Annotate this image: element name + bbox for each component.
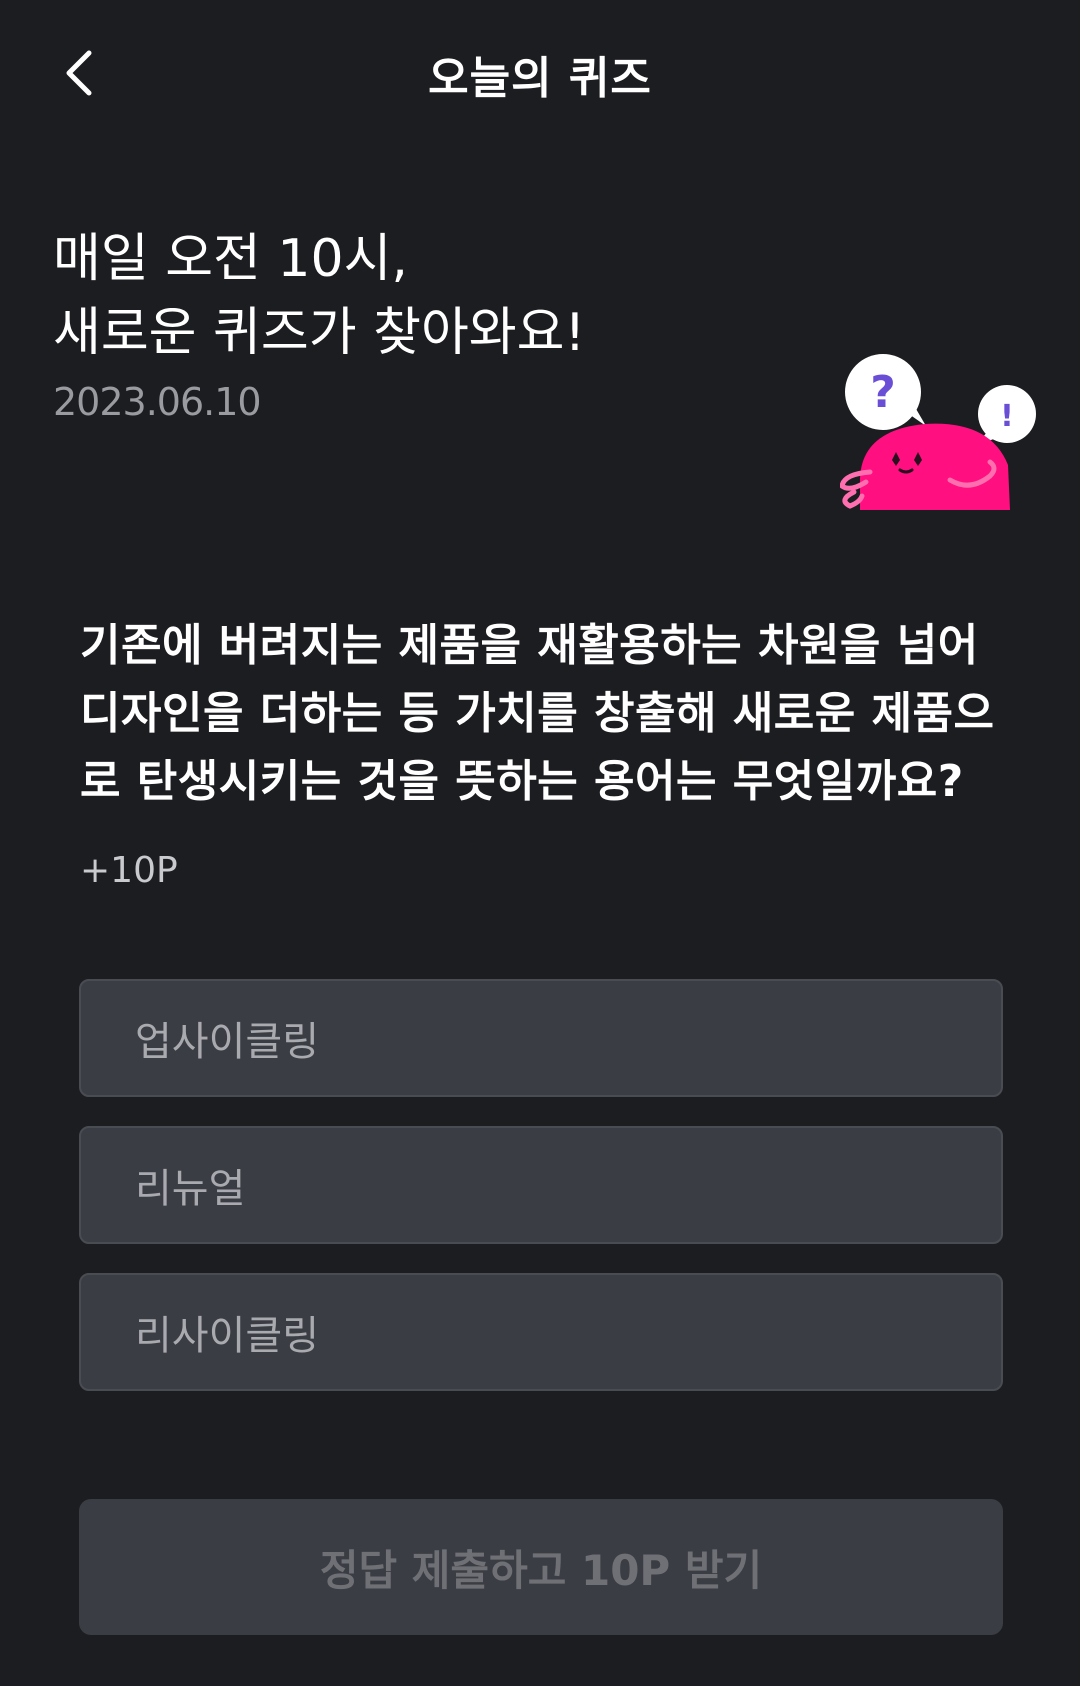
intro-headline-line-2: 새로운 퀴즈가 찾아와요! <box>53 303 586 363</box>
quiz-points: +10P <box>80 850 178 891</box>
intro-section: 매일 오전 10시, 새로운 퀴즈가 찾아와요! 2023.06.10 <box>53 222 585 424</box>
mascot-body-icon <box>839 423 1010 510</box>
top-bar: 오늘의 퀴즈 <box>0 0 1080 150</box>
question-mark-glyph: ? <box>870 367 896 418</box>
quiz-question: 기존에 버려지는 제품을 재활용하는 차원을 넘어 디자인을 더하는 등 가치를… <box>80 620 995 807</box>
answer-options: 업사이클링 리뉴얼 리사이클링 <box>79 979 1003 1420</box>
exclamation-mark-glyph: ! <box>1000 399 1014 434</box>
answer-option-1[interactable]: 업사이클링 <box>79 979 1003 1097</box>
answer-option-2[interactable]: 리뉴얼 <box>79 1126 1003 1244</box>
intro-headline-line-1: 매일 오전 10시, <box>53 229 408 289</box>
submit-answer-button[interactable]: 정답 제출하고 10P 받기 <box>79 1499 1003 1635</box>
page-title: 오늘의 퀴즈 <box>428 53 652 104</box>
quiz-date: 2023.06.10 <box>53 380 262 424</box>
quiz-mascot-illustration: ? ! <box>839 350 1050 520</box>
answer-option-3[interactable]: 리사이클링 <box>79 1273 1003 1391</box>
question-bubble-icon: ? <box>845 354 926 430</box>
